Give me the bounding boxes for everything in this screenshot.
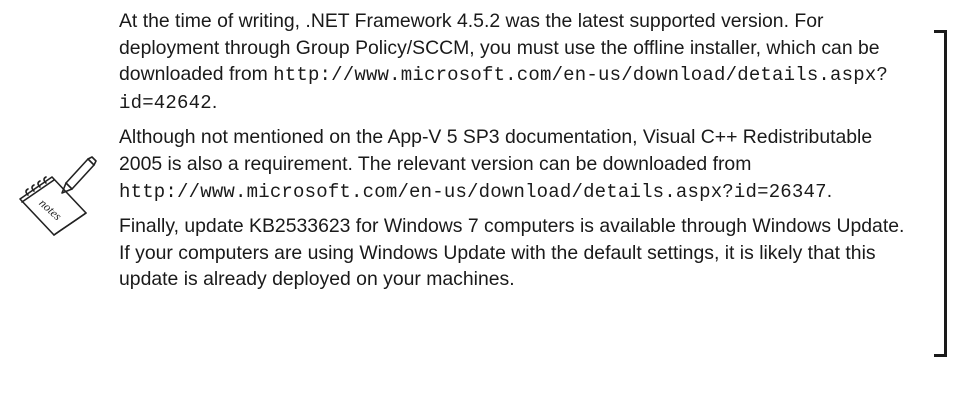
paragraph-text: Finally, update KB2533623 for Windows 7 … <box>119 215 905 291</box>
paragraph-text-end: . <box>826 179 833 202</box>
note-body: At the time of writing, .NET Framework 4… <box>119 8 919 301</box>
paragraph-text-end: . <box>211 90 218 113</box>
download-link-visual-cpp[interactable]: http://www.microsoft.com/en-us/download/… <box>119 181 827 203</box>
paragraph-text: Although not mentioned on the App-V 5 SP… <box>119 126 873 175</box>
notes-icon: notes <box>14 155 98 239</box>
note-paragraph-framework: At the time of writing, .NET Framework 4… <box>119 8 919 116</box>
note-paragraph-visual-cpp: Although not mentioned on the App-V 5 SP… <box>119 124 919 205</box>
notes-icon-graphic: notes <box>19 156 97 236</box>
note-paragraph-kb-update: Finally, update KB2533623 for Windows 7 … <box>119 213 919 293</box>
note-bracket <box>934 30 947 357</box>
